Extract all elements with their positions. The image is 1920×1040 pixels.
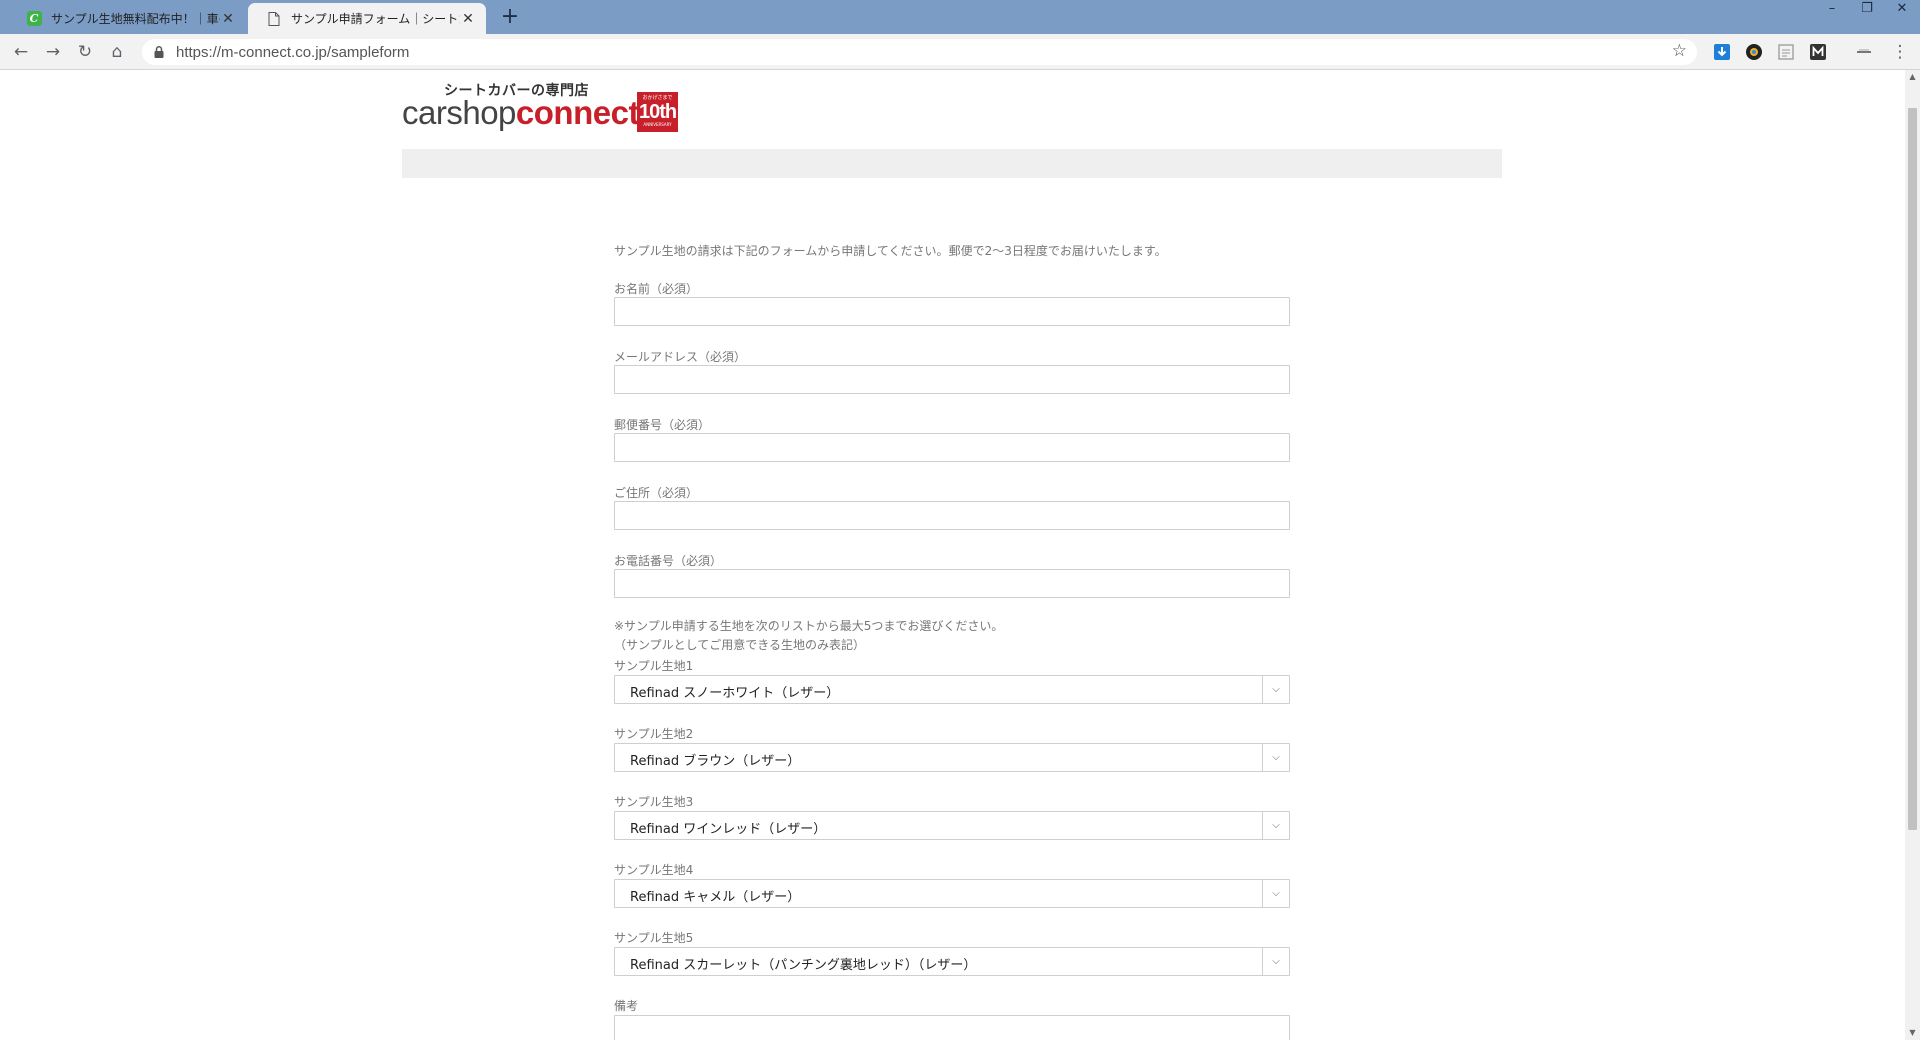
close-window-icon[interactable]: ✕	[1885, 0, 1919, 20]
sample3-value: Refinad ワインレッド（レザー）	[630, 822, 827, 837]
browser-toolbar: ← → ↻ ⌂ https://m-connect.co.jp/samplefo…	[0, 34, 1920, 70]
sample5-select[interactable]: Refinad スカーレット（パンチング裏地レッド）（レザー） ⌵	[614, 947, 1290, 976]
reload-icon[interactable]: ↻	[73, 40, 97, 64]
phone-label: お電話番号（必須）	[614, 554, 723, 568]
chevron-down-icon[interactable]: ⌵	[1262, 812, 1289, 839]
sample-note-line2: （サンプルとしてご用意できる生地のみ表記）	[614, 638, 866, 652]
page-scrollbar[interactable]: ▲ ▼	[1905, 70, 1920, 1040]
minimize-icon[interactable]: –	[1815, 0, 1849, 20]
url-text: https://m-connect.co.jp/sampleform	[176, 43, 410, 61]
site-logo[interactable]: シートカバーの専門店 carshopconnect おかげさまで 10th AN…	[402, 80, 692, 135]
sample1-value: Refinad スノーホワイト（レザー）	[630, 686, 840, 701]
sample1-select[interactable]: Refinad スノーホワイト（レザー） ⌵	[614, 675, 1290, 704]
remarks-textarea[interactable]	[614, 1015, 1290, 1040]
sample3-label: サンプル生地3	[614, 795, 694, 809]
sample5-value: Refinad スカーレット（パンチング裏地レッド）（レザー）	[630, 958, 977, 973]
scroll-up-icon[interactable]: ▲	[1905, 70, 1920, 84]
scroll-thumb[interactable]	[1908, 108, 1917, 830]
page-icon	[266, 11, 282, 27]
sample1-label: サンプル生地1	[614, 659, 694, 673]
note-extension-icon[interactable]	[1777, 43, 1795, 61]
address-input[interactable]	[614, 501, 1290, 530]
color-extension-icon[interactable]	[1745, 43, 1763, 61]
remarks-label: 備考	[614, 999, 639, 1013]
tab-close-icon[interactable]: ✕	[220, 11, 236, 27]
nav-bar	[402, 149, 1502, 178]
phone-input[interactable]	[614, 569, 1290, 598]
chevron-down-icon[interactable]: ⌵	[1262, 948, 1289, 975]
email-input[interactable]	[614, 365, 1290, 394]
bookmark-star-icon[interactable]: ☆	[1672, 41, 1687, 61]
profile-icon[interactable]	[1855, 43, 1873, 61]
sample4-select[interactable]: Refinad キャメル（レザー） ⌵	[614, 879, 1290, 908]
tab-sample-form[interactable]: サンプル申請フォーム｜シートカバーの ✕	[248, 3, 486, 34]
address-label: ご住所（必須）	[614, 486, 699, 500]
home-icon[interactable]: ⌂	[105, 40, 129, 64]
sample4-value: Refinad キャメル（レザー）	[630, 890, 801, 905]
sample2-value: Refinad ブラウン（レザー）	[630, 754, 801, 769]
tab-sample-distribution[interactable]: C サンプル生地無料配布中！｜車のシ ✕	[8, 3, 246, 34]
tab-close-icon[interactable]: ✕	[460, 11, 476, 27]
sample-note-line1: ※サンプル申請する生地を次のリストから最大5つまでお選びください。	[614, 619, 1004, 633]
sample2-select[interactable]: Refinad ブラウン（レザー） ⌵	[614, 743, 1290, 772]
anniversary-badge: おかげさまで 10th ANNIVERSARY	[637, 92, 678, 132]
sample3-select[interactable]: Refinad ワインレッド（レザー） ⌵	[614, 811, 1290, 840]
menu-kebab-icon[interactable]: ⋮	[1888, 40, 1912, 64]
tab-strip: C サンプル生地無料配布中！｜車のシ ✕ サンプル申請フォーム｜シートカバーの …	[0, 0, 1920, 34]
email-label: メールアドレス（必須）	[614, 350, 747, 364]
sample5-label: サンプル生地5	[614, 931, 694, 945]
lock-icon	[154, 46, 164, 58]
name-label: お名前（必須）	[614, 282, 699, 296]
back-icon[interactable]: ←	[9, 40, 33, 64]
m-extension-icon[interactable]	[1809, 43, 1827, 61]
form-intro: サンプル生地の請求は下記のフォームから申請してください。郵便で2〜3日程度でお届…	[614, 244, 1167, 258]
sample2-label: サンプル生地2	[614, 727, 694, 741]
name-input[interactable]	[614, 297, 1290, 326]
postal-code-input[interactable]	[614, 433, 1290, 462]
postal-code-label: 郵便番号（必須）	[614, 418, 711, 432]
forward-icon[interactable]: →	[41, 40, 65, 64]
logo-wordmark: carshopconnect	[402, 94, 639, 131]
sample4-label: サンプル生地4	[614, 863, 694, 877]
new-tab-icon[interactable]: +	[496, 4, 524, 30]
address-bar[interactable]: https://m-connect.co.jp/sampleform ☆	[142, 39, 1697, 65]
tab-title: サンプル申請フォーム｜シートカバーの	[291, 12, 460, 26]
restore-icon[interactable]: ❐	[1850, 0, 1884, 20]
scroll-down-icon[interactable]: ▼	[1905, 1026, 1920, 1040]
chevron-down-icon[interactable]: ⌵	[1262, 880, 1289, 907]
download-extension-icon[interactable]	[1713, 43, 1731, 61]
tab-title: サンプル生地無料配布中！｜車のシ	[51, 12, 220, 26]
chevron-down-icon[interactable]: ⌵	[1262, 744, 1289, 771]
page-viewport: シートカバーの専門店 carshopconnect おかげさまで 10th AN…	[0, 70, 1905, 1040]
site-c-icon: C	[26, 11, 42, 27]
chevron-down-icon[interactable]: ⌵	[1262, 676, 1289, 703]
